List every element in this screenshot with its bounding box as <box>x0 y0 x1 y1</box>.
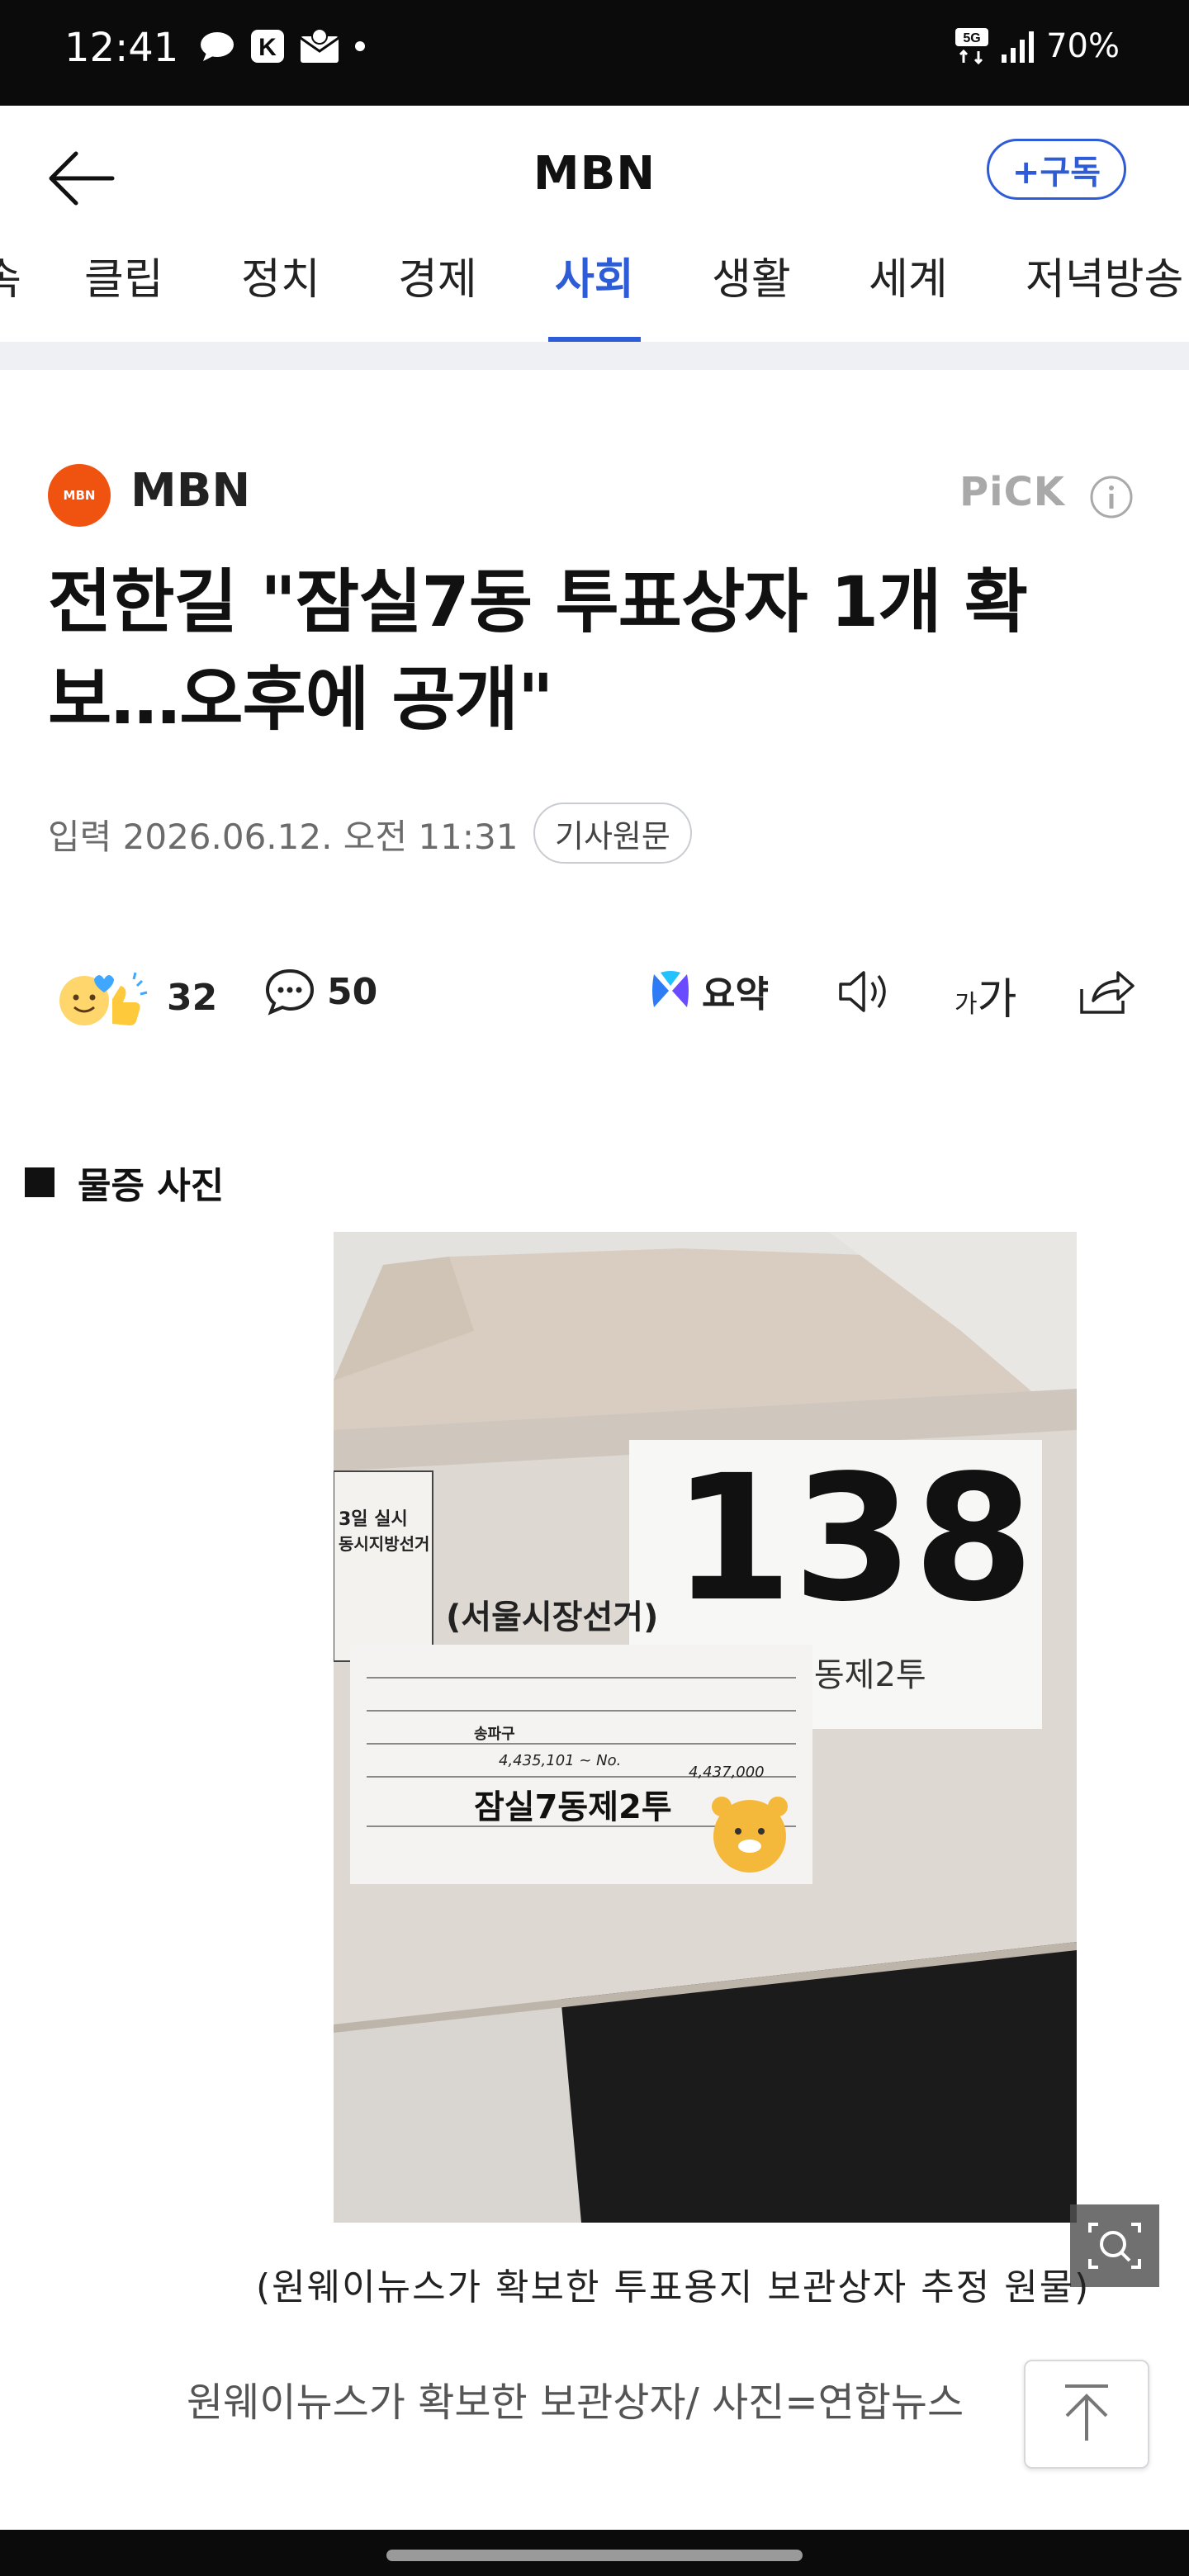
area-main-text: 잠실7동제2투 <box>474 1788 672 1826</box>
stamp-top-text: 3일 실시 <box>339 1509 408 1530</box>
tts-button[interactable] <box>836 964 893 1019</box>
5g-icon: 5G <box>955 28 989 65</box>
arrow-up-icon <box>1065 2384 1108 2441</box>
publish-date: 입력 2026.06.12. 오전 11:31 <box>48 817 519 857</box>
reaction-emoji-icon <box>59 972 148 1025</box>
info-button[interactable] <box>1088 474 1135 520</box>
svg-text:K: K <box>258 34 277 61</box>
tab-politics[interactable]: 정치 <box>241 244 320 327</box>
svg-text:5G: 5G <box>963 31 980 45</box>
photo-section-label: 물증 사진 <box>25 1156 224 1209</box>
ballot-box-photo: 3일 실시 동시지방선거 138 (시장)잠실7동제2투 (서울시장선거) 송파… <box>333 1232 1077 2223</box>
status-right: 5G 70% <box>954 26 1120 66</box>
article-headline: 전한길 "잠실7동 투표상자 1개 확보…오후에 공개" <box>48 561 1028 740</box>
tab-label: 생활 <box>712 255 791 305</box>
district-text: 송파구 <box>474 1726 515 1743</box>
article-photo[interactable]: 3일 실시 동시지방선거 138 (시장)잠실7동제2투 (서울시장선거) 송파… <box>333 1232 1077 2223</box>
tab-label: 클립 <box>84 255 163 305</box>
share-button[interactable] <box>1075 964 1136 1019</box>
share-icon <box>1080 971 1135 1014</box>
ai-summary-icon <box>652 971 689 1007</box>
tab-label: 경제 <box>398 255 477 305</box>
naver-mail-icon <box>300 28 339 63</box>
tab-label: 세계 <box>869 255 948 305</box>
info-icon <box>1090 476 1133 519</box>
summary-label: 요약 <box>702 973 769 1016</box>
article-actions: 32 50 요약 가 가 <box>0 958 1189 1040</box>
photo-credit: 원웨이뉴스가 확보한 보관상자/ 사진=연합뉴스 <box>187 2379 964 2426</box>
category-tabs: 속 클립 정치 경제 사회 생활 세계 저녁방송 <box>0 238 1189 343</box>
comments-count: 50 <box>327 970 378 1013</box>
tab-world[interactable]: 세계 <box>869 244 948 327</box>
home-gesture-handle[interactable] <box>386 2550 803 2561</box>
tab-society[interactable]: 사회 <box>548 244 641 342</box>
box-number: 138 <box>672 1437 1034 1640</box>
summary-button[interactable]: 요약 <box>649 964 769 1017</box>
chat-bubble-icon <box>201 32 234 61</box>
reactions-count: 32 <box>167 976 218 1019</box>
comments-button[interactable]: 50 <box>263 964 377 1019</box>
press-name[interactable]: MBN <box>130 464 250 518</box>
comment-bubble-icon <box>265 968 315 1016</box>
reactions-button[interactable]: 32 <box>51 964 217 1030</box>
tab-evening-broadcast[interactable]: 저녁방송 <box>1026 244 1183 327</box>
battery-percent: 70% <box>1046 27 1120 65</box>
range-end-text: 4,437,000 <box>689 1764 765 1781</box>
square-bullet-icon <box>25 1167 54 1197</box>
tab-label: 정치 <box>241 255 320 305</box>
tab-economy[interactable]: 경제 <box>398 244 477 327</box>
scroll-top-button[interactable] <box>1024 2360 1149 2469</box>
tab-label: 저녁방송 <box>1026 255 1184 305</box>
tab-sok[interactable]: 속 <box>0 244 21 327</box>
speaker-icon <box>839 971 886 1012</box>
tab-label: 속 <box>0 255 21 305</box>
k-app-icon: K <box>251 30 284 63</box>
original-article-button[interactable]: 기사원문 <box>533 803 692 864</box>
photo-caption: (원웨이뉴스가 확보한 투표용지 보관상자 추정 원물) <box>256 2266 1091 2308</box>
range-start-text: 4,435,101 ~ No. <box>499 1752 621 1769</box>
system-nav-bar <box>0 2530 1189 2576</box>
signal-icon <box>1002 31 1035 63</box>
notification-icons: K <box>198 28 367 64</box>
dot-icon <box>355 41 365 51</box>
section-label-text: 물증 사진 <box>78 1165 225 1207</box>
font-size-small: 가 <box>955 989 978 1019</box>
press-logo[interactable]: MBN <box>48 464 111 527</box>
status-bar: 12:41 K 5G 70% <box>0 0 1189 106</box>
box-label-mid: (서울시장선거) <box>446 1598 658 1636</box>
section-divider <box>0 342 1189 370</box>
stamp-bottom-text: 동시지방선거 <box>339 1534 429 1554</box>
tab-life[interactable]: 생활 <box>712 244 791 327</box>
font-size-button[interactable]: 가 가 <box>955 964 1016 1026</box>
pick-badge: PiCK <box>959 469 1065 515</box>
font-size-large: 가 <box>977 975 1017 1025</box>
tab-clip[interactable]: 클립 <box>84 244 163 327</box>
app-header: MBN +구독 <box>0 106 1189 238</box>
tab-label: 사회 <box>555 255 634 305</box>
status-time: 12:41 <box>64 25 179 71</box>
subscribe-button[interactable]: +구독 <box>986 139 1126 200</box>
